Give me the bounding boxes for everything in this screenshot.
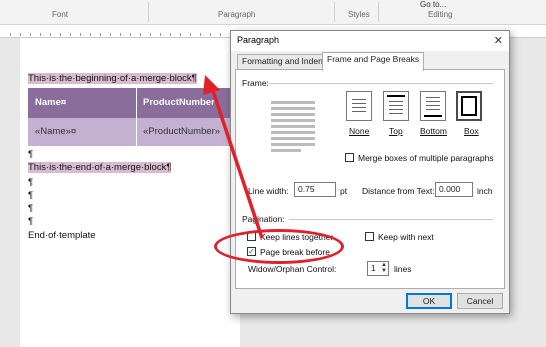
tab-frame-and-page-breaks[interactable]: Frame and Page Breaks: [322, 52, 425, 71]
annotation-arrow-icon: [203, 75, 264, 239]
